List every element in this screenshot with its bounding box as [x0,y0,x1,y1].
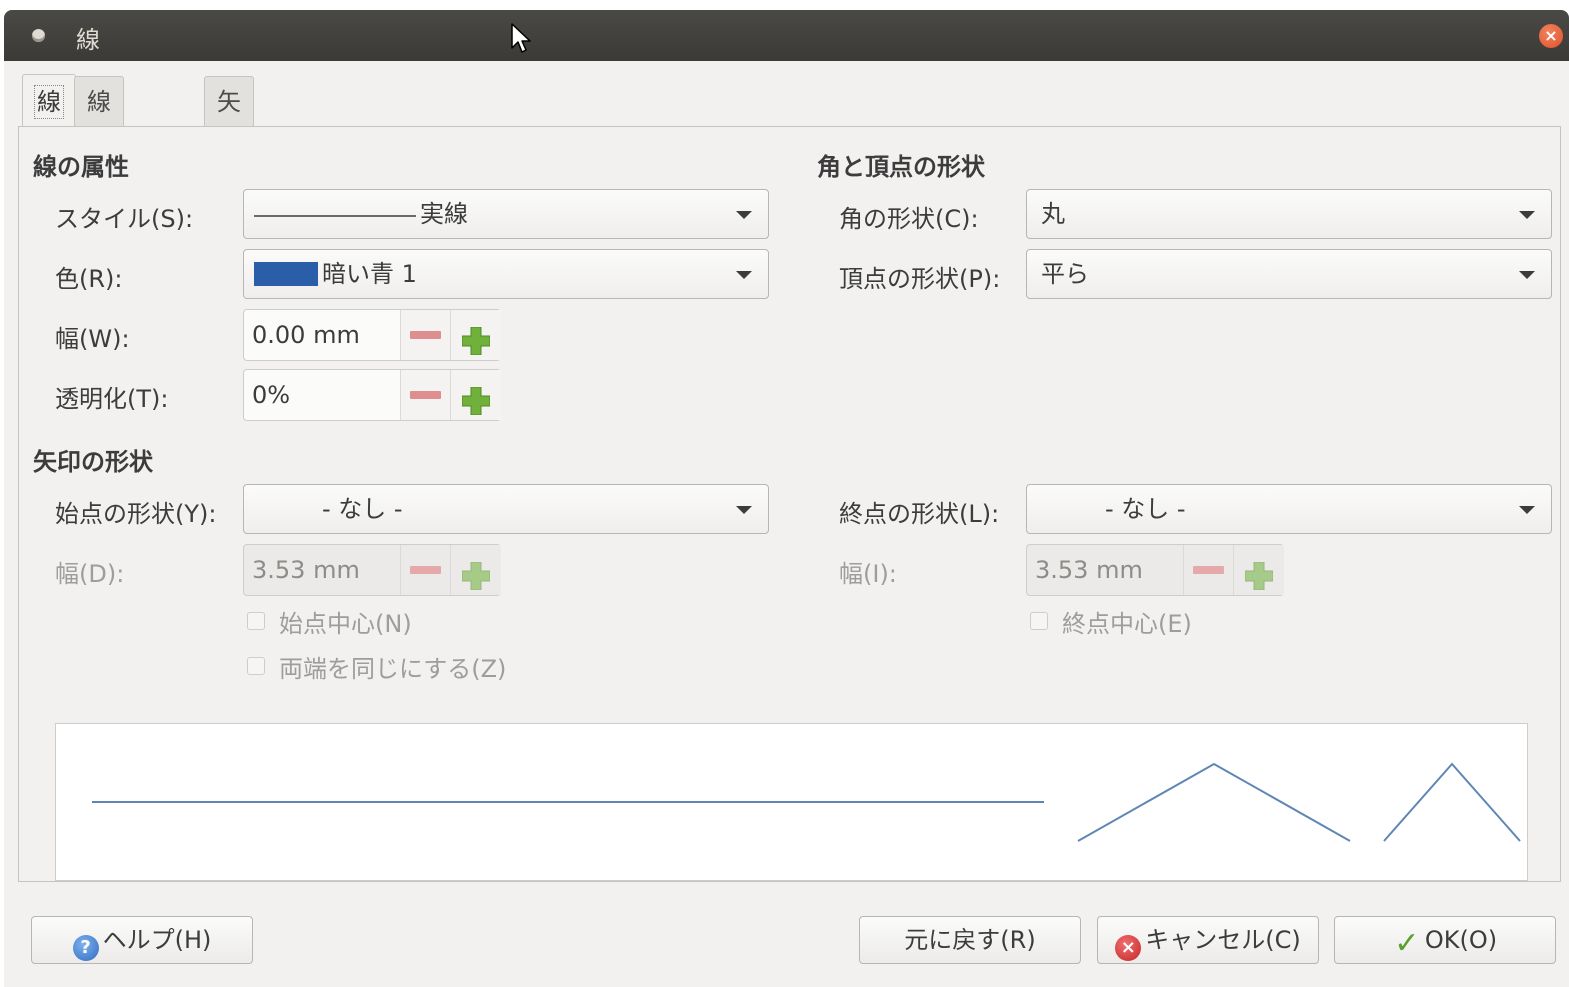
start-width-value[interactable]: 3.53 mm [252,545,360,595]
cap-style-label: 頂点の形状(P): [839,265,1001,293]
minus-icon [410,331,441,339]
style-label: スタイル(S): [55,205,194,233]
close-icon[interactable]: × [1539,24,1563,48]
cap-style-value: 平ら [1041,260,1089,288]
ok-label: OK(O) [1424,926,1498,954]
mouse-pointer-icon [511,23,531,53]
style-value: 実線 [420,200,468,228]
minus-icon [1193,566,1224,574]
tab-arrow-style[interactable]: 矢印の形状 [204,76,254,316]
solid-line-sample-icon [254,215,416,217]
checkbox-box[interactable] [247,657,265,675]
start-width-increment-button[interactable] [450,545,501,595]
end-width-increment-button[interactable] [1233,545,1284,595]
reset-label: 元に戻す(R) [904,926,1036,954]
minus-icon [410,391,441,399]
plus-icon [461,557,491,591]
style-dropdown[interactable]: 実線 [243,189,769,239]
end-width-decrement-button[interactable] [1183,545,1234,595]
tab-line[interactable]: 線 [22,74,76,129]
corner-style-label: 角の形状(C): [839,205,979,233]
end-width-value[interactable]: 3.53 mm [1035,545,1143,595]
chevron-down-icon [1519,211,1535,219]
tab-panel: 線の属性 スタイル(S): 実線 色(R): 暗い青 1 幅(W): 0.00 … [18,126,1561,882]
plus-icon [1244,557,1274,591]
width-label: 幅(W): [55,325,130,353]
title-bar: 線 × [4,10,1569,61]
window-menu-icon[interactable] [32,29,45,42]
cancel-icon: × [1115,935,1142,961]
help-label: ヘルプ(H) [102,926,212,954]
line-properties-heading: 線の属性 [33,153,129,181]
start-width-decrement-button[interactable] [400,545,451,595]
color-swatch [254,262,318,286]
plus-icon [461,322,491,356]
chevron-down-icon [736,506,752,514]
checkbox-box[interactable] [1030,612,1048,630]
line-preview [55,723,1528,881]
start-center-label: 始点中心(N) [279,610,412,638]
start-style-value: - なし - [322,495,403,523]
end-width-label: 幅(I): [839,560,897,588]
cap-style-dropdown[interactable]: 平ら [1026,249,1552,299]
preview-wide-angle [1077,762,1351,842]
transparency-increment-button[interactable] [450,370,501,420]
width-value[interactable]: 0.00 mm [252,310,360,360]
end-style-label: 終点の形状(L): [839,500,1000,528]
checkmark-icon: ✓ [1394,926,1420,961]
reset-button[interactable]: 元に戻す(R) [859,916,1081,964]
start-width-spinbox[interactable]: 3.53 mm [243,544,501,596]
line-preview-canvas [92,762,1521,842]
tab-line-style[interactable]: 線の形状 [74,76,124,266]
window-title: 線 [76,26,100,54]
color-value: 暗い青 1 [322,260,417,288]
end-style-dropdown[interactable]: - なし - [1026,484,1552,534]
start-style-label: 始点の形状(Y): [55,500,217,528]
help-icon: ? [72,935,99,961]
end-width-spinbox[interactable]: 3.53 mm [1026,544,1284,596]
transparency-value[interactable]: 0% [252,370,290,420]
corner-style-value: 丸 [1041,200,1065,228]
transparency-label: 透明化(T): [55,385,169,413]
width-decrement-button[interactable] [400,310,451,360]
cancel-label: キャンセル(C) [1145,926,1301,954]
transparency-spinbox[interactable]: 0% [243,369,501,421]
cancel-button[interactable]: × キャンセル(C) [1097,916,1319,964]
ok-button[interactable]: ✓ OK(O) [1334,916,1556,964]
color-dropdown[interactable]: 暗い青 1 [243,249,769,299]
start-width-label: 幅(D): [55,560,125,588]
minus-icon [410,566,441,574]
checkbox-box[interactable] [247,612,265,630]
sync-ends-label: 両端を同じにする(Z) [279,655,507,683]
end-center-label: 終点中心(E) [1062,610,1192,638]
help-button[interactable]: ? ヘルプ(H) [31,916,253,964]
width-increment-button[interactable] [450,310,501,360]
preview-narrow-angle [1383,762,1521,842]
end-style-value: - なし - [1105,495,1186,523]
width-spinbox[interactable]: 0.00 mm [243,309,501,361]
corner-style-dropdown[interactable]: 丸 [1026,189,1552,239]
plus-icon [461,382,491,416]
chevron-down-icon [736,271,752,279]
chevron-down-icon [736,211,752,219]
arrow-heading: 矢印の形状 [33,448,153,476]
corner-cap-heading: 角と頂点の形状 [817,153,985,181]
color-label: 色(R): [55,265,123,293]
line-dialog: 線 × 線 線の形状 矢印の形状 線の属性 スタイル(S): 実線 色(R): … [4,10,1569,987]
start-style-dropdown[interactable]: - なし - [243,484,769,534]
chevron-down-icon [1519,271,1535,279]
transparency-decrement-button[interactable] [400,370,451,420]
chevron-down-icon [1519,506,1535,514]
